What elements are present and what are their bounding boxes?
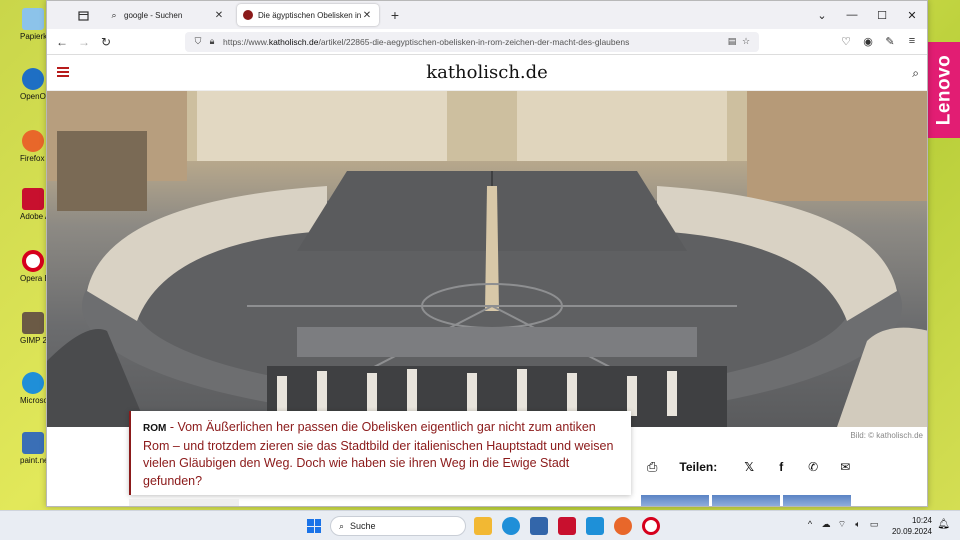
search-icon: ⌕ [111,9,117,20]
paintnet-icon [22,432,44,454]
tab-bar: ⌕ google - Suchen ✕ Die ägyptischen Obel… [47,1,927,29]
site-logo[interactable]: katholisch.de [47,62,927,83]
toolbar-right: ♡ ◉ ✎ ≡ [835,35,923,48]
recycle-bin-icon [22,8,44,30]
site-search-icon[interactable]: ⌕ [912,66,919,81]
wifi-icon[interactable]: ⌔ [834,519,850,530]
lenovo-logo: Lenovo [928,42,960,138]
share-bar: ⎙ Teilen: 𝕏 f ✆ ✉ [647,459,861,475]
firefox-icon [22,130,44,152]
lead-location: ROM [143,423,167,434]
battery-icon[interactable]: ▭ [866,519,882,530]
share-label: Teilen: [679,460,718,474]
clock[interactable]: 10:24 20.09.2024 [892,515,932,537]
shield-icon: ⛉ [194,36,202,46]
edge-taskbar-icon[interactable] [502,517,520,535]
app-icon[interactable] [586,517,604,535]
opera-icon [22,250,44,272]
cloud-icon[interactable]: ☁ [818,519,834,530]
tab-overflow-icon[interactable]: ⌄ [807,1,837,29]
taskbar: ⌕ Suche ^ ☁ ⌔ 🔈︎ ▭ 10:24 20.09.2024 🔔︎ [0,510,960,540]
pocket-icon[interactable]: ♡ [835,35,857,48]
store-icon[interactable] [530,517,548,535]
gimp-icon [22,312,44,334]
taskbar-apps [474,517,670,535]
whatsapp-icon[interactable]: ✆ [797,460,829,474]
back-button[interactable]: ← [51,31,73,53]
reload-button[interactable]: ↻ [95,31,117,53]
print-icon[interactable]: ⎙ [647,459,657,475]
mcafee-icon[interactable] [558,517,576,535]
volume-icon[interactable]: 🔈︎ [850,519,866,530]
reader-view-icon[interactable]: ▤ [725,36,739,47]
url-bar[interactable]: ⛉ 🔒︎ https://www.katholisch.de/artikel/2… [185,31,759,52]
lead-text: - Vom Äußerlichen her passen die Obelisk… [143,420,614,488]
site-header: katholisch.de ⌕ [47,55,927,91]
related-thumbnail[interactable] [712,495,780,506]
email-icon[interactable]: ✉ [829,460,861,474]
url-text: https://www.katholisch.de/artikel/22865-… [223,36,630,47]
openoffice-icon [22,68,44,90]
minimize-button[interactable]: — [837,1,867,29]
forward-button[interactable]: → [73,31,95,53]
maximize-button[interactable]: ☐ [867,1,897,29]
file-explorer-icon[interactable] [474,517,492,535]
related-thumbnails [641,495,854,506]
menu-icon[interactable]: ≡ [901,35,923,48]
acrobat-icon [22,188,44,210]
tab-katholisch[interactable]: Die ägyptischen Obelisken in Rom ✕ [237,4,379,26]
article-lead: ROM - Vom Äußerlichen her passen die Obe… [129,411,631,495]
hero-image [47,91,927,427]
facebook-icon[interactable]: f [765,460,797,474]
close-window-button[interactable]: ✕ [897,1,927,29]
image-credit: Bild: © katholisch.de [850,431,923,440]
folder-icon [77,10,89,21]
twitter-icon[interactable]: 𝕏 [733,460,765,474]
notification-bell-icon[interactable]: 🔔︎ [937,519,950,530]
site-favicon-icon [243,10,253,20]
below-lead-strip [129,499,239,506]
browser-window: ⌕ google - Suchen ✕ Die ägyptischen Obel… [46,0,928,507]
tray-chevron-icon[interactable]: ^ [802,519,818,530]
related-thumbnail[interactable] [641,495,709,506]
firefox-taskbar-icon[interactable] [614,517,632,535]
new-tab-button[interactable]: + [385,7,405,23]
desktop-icons: Papierkorb OpenOffice Firefox Adobe Acro… [0,0,52,510]
extensions-icon[interactable]: ✎ [879,35,901,48]
related-thumbnail[interactable] [783,495,851,506]
nav-bar: ← → ↻ ⛉ 🔒︎ https://www.katholisch.de/art… [47,29,927,55]
edge-icon [22,372,44,394]
taskbar-search[interactable]: ⌕ Suche [330,516,466,536]
start-button-icon[interactable] [307,519,321,533]
tab-list-button[interactable] [69,4,97,26]
close-tab-icon[interactable]: ✕ [213,10,225,21]
system-tray: ^ ☁ ⌔ 🔈︎ ▭ [802,519,882,530]
window-controls: ⌄ — ☐ ✕ [807,1,927,29]
account-icon[interactable]: ◉ [857,35,879,48]
close-tab-icon[interactable]: ✕ [361,10,373,21]
tab-google[interactable]: ⌕ google - Suchen ✕ [103,4,231,26]
opera-taskbar-icon[interactable] [642,517,660,535]
st-peters-square-illustration [47,91,927,427]
bookmark-star-icon[interactable]: ☆ [739,36,753,47]
search-icon: ⌕ [339,520,345,531]
lock-icon: 🔒︎ [209,36,215,46]
